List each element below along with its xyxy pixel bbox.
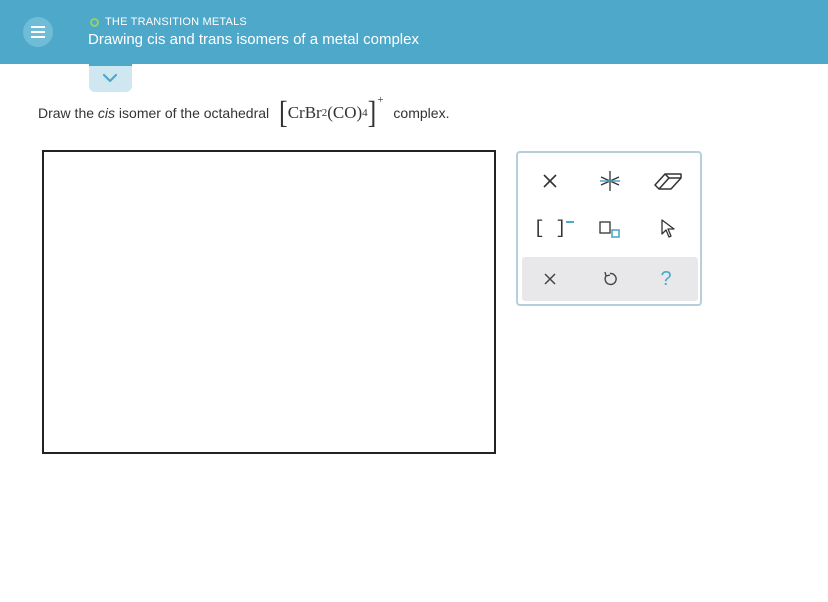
question-prefix: Draw the [38, 105, 98, 121]
help-icon: ? [660, 267, 672, 290]
eraser-tool-button[interactable] [646, 163, 690, 199]
charge-box-button[interactable] [588, 211, 632, 247]
header-bar: THE TRANSITION METALS Drawing cis and tr… [0, 0, 828, 64]
bracket-charge-icon: [ ] [534, 219, 575, 239]
select-tool-button[interactable] [646, 211, 690, 247]
eraser-icon [654, 173, 682, 190]
undo-icon [604, 271, 617, 286]
formula-charge: + [377, 94, 384, 106]
bracket-charge-button[interactable]: [ ] [528, 211, 575, 247]
toolbar-action-bar: ? [522, 257, 698, 301]
close-icon [544, 273, 556, 285]
undo-button[interactable] [588, 261, 632, 297]
help-button[interactable]: ? [644, 261, 688, 297]
expand-toggle-button[interactable] [89, 64, 132, 92]
question-suffix: complex. [389, 105, 450, 121]
menu-icon[interactable] [23, 17, 53, 47]
formula-part-b: (CO) [327, 103, 363, 122]
page-title: Drawing cis and trans isomers of a metal… [88, 31, 419, 48]
asterisk-icon [600, 171, 620, 191]
clear-button[interactable] [528, 261, 572, 297]
question-text: Draw the cis isomer of the octahedral [ … [38, 94, 450, 130]
question-emphasis: cis [97, 105, 116, 121]
cross-icon [543, 174, 557, 188]
drawing-toolbar: [ ] ? [516, 151, 702, 306]
drawing-canvas[interactable] [42, 150, 496, 454]
topic-label: THE TRANSITION METALS [105, 16, 247, 28]
topic-status-icon [90, 17, 99, 27]
complex-formula: [ CrBr 2 (CO) 4 ] + [279, 94, 384, 130]
bond-tool-button[interactable] [528, 163, 572, 199]
formula-part-a: CrBr [287, 103, 322, 122]
square-charge-icon [599, 221, 620, 238]
topic-row: THE TRANSITION METALS [90, 15, 247, 29]
atom-tool-button[interactable] [588, 163, 632, 199]
cursor-icon [661, 219, 675, 238]
question-middle: isomer of the octahedral [115, 105, 274, 121]
chevron-down-icon [103, 73, 117, 83]
